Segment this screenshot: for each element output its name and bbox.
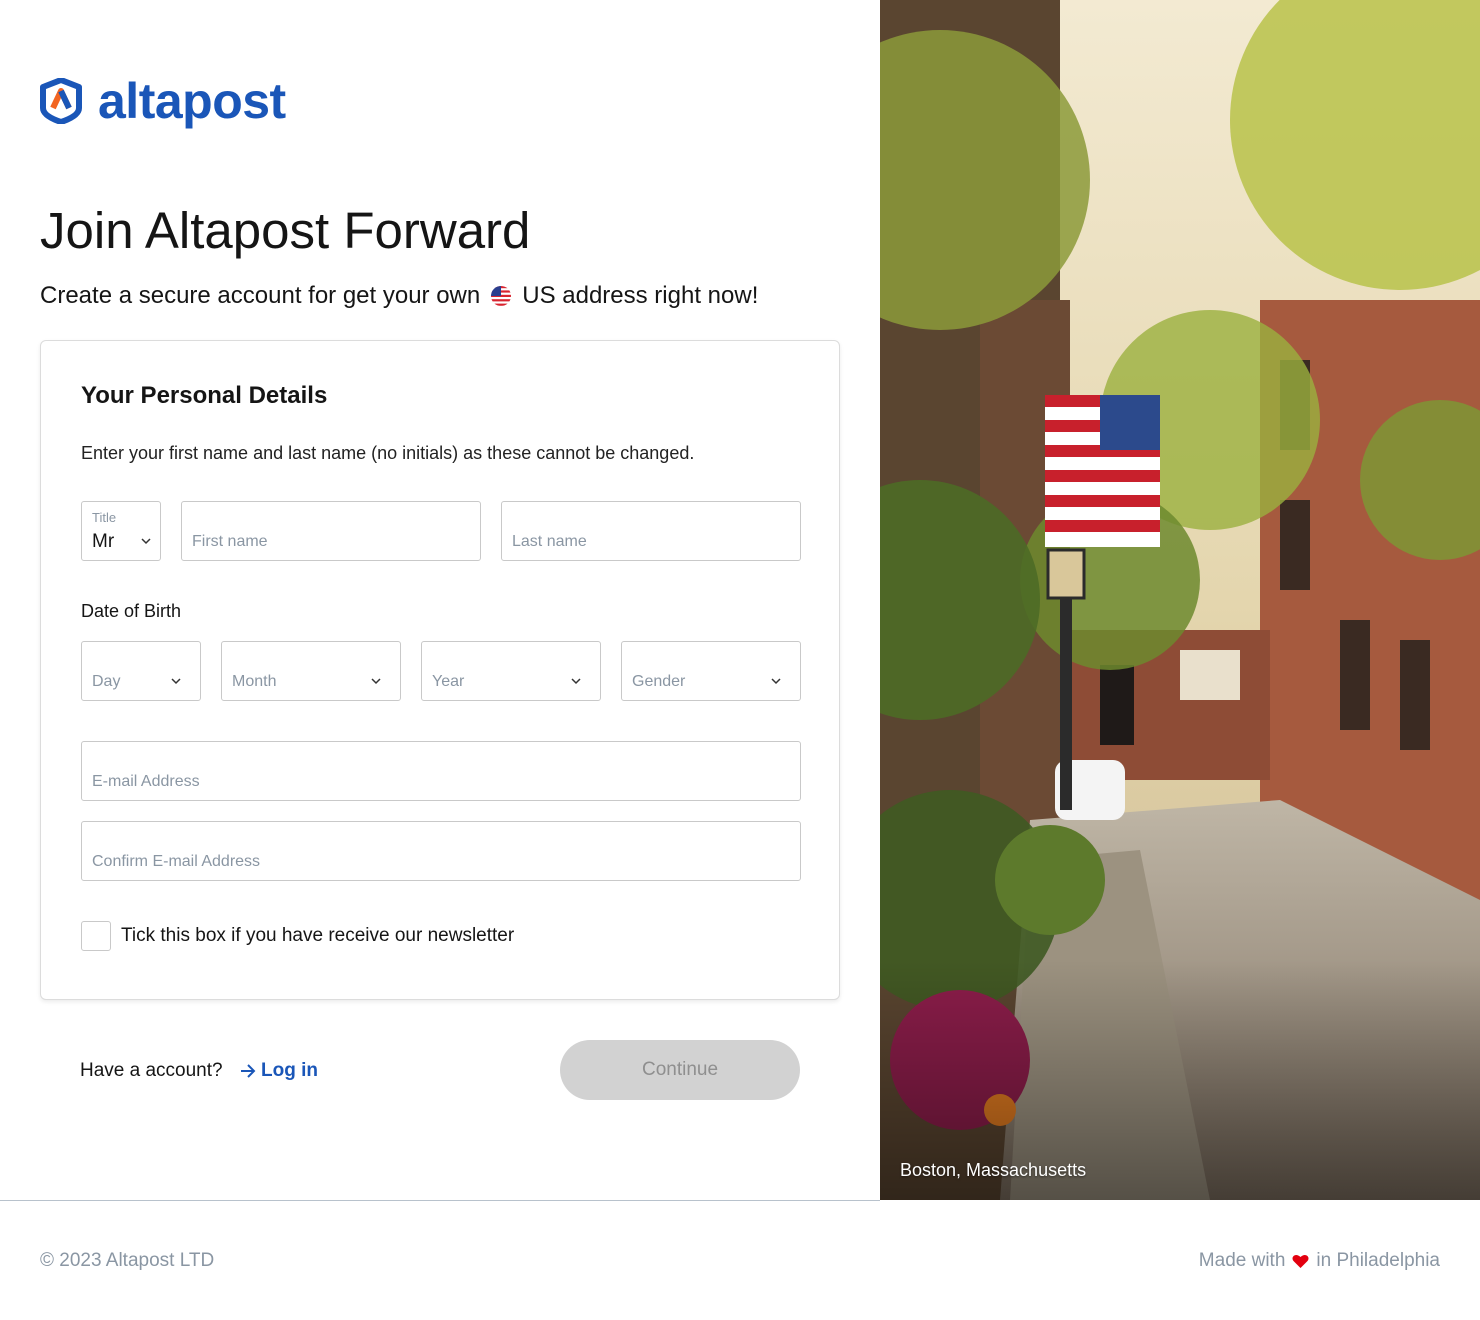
- altapost-logo-icon: [40, 78, 82, 124]
- title-select-value: Mr: [92, 531, 115, 552]
- altapost-logo[interactable]: altapost: [40, 73, 286, 129]
- heart-icon: [1292, 1254, 1309, 1268]
- first-name-field[interactable]: First name: [181, 501, 481, 561]
- confirm-email-field[interactable]: Confirm E-mail Address: [81, 821, 801, 881]
- page-subtitle: Create a secure account for get your own…: [40, 280, 758, 312]
- gender-placeholder: Gender: [632, 673, 686, 690]
- email-field[interactable]: E-mail Address: [81, 741, 801, 801]
- title-select-label: Title: [92, 510, 117, 525]
- day-placeholder: Day: [92, 673, 121, 690]
- year-placeholder: Year: [432, 673, 465, 690]
- chevron-down-icon: [571, 678, 581, 685]
- signup-panel: altapost Join Altapost Forward Create a …: [0, 0, 880, 1200]
- made-with-end: in Philadelphia: [1316, 1250, 1440, 1271]
- login-link[interactable]: Log in: [240, 1059, 318, 1083]
- day-select[interactable]: Day: [81, 641, 201, 701]
- logo-wordmark: altapost: [98, 73, 286, 129]
- card-description: Enter your first name and last name (no …: [81, 443, 695, 463]
- boston-street-photo: [880, 0, 1480, 1200]
- confirm-email-placeholder: Confirm E-mail Address: [92, 853, 261, 870]
- page-title: Join Altapost Forward: [40, 202, 531, 259]
- login-label: Log in: [261, 1060, 318, 1081]
- subtitle-text-end: US address right now!: [522, 282, 759, 309]
- chevron-down-icon: [771, 678, 781, 685]
- email-placeholder: E-mail Address: [92, 773, 200, 790]
- chevron-down-icon: [171, 678, 181, 685]
- photo-caption: Boston, Massachusetts: [900, 1160, 1087, 1180]
- first-name-placeholder: First name: [192, 533, 268, 550]
- card-heading: Your Personal Details: [81, 382, 328, 409]
- last-name-field[interactable]: Last name: [501, 501, 801, 561]
- made-with-text: Made with in Philadelphia: [1199, 1249, 1440, 1273]
- have-account-text: Have a account?: [80, 1060, 223, 1081]
- month-select[interactable]: Month: [221, 641, 401, 701]
- made-with-start: Made with: [1198, 1250, 1286, 1271]
- title-select[interactable]: Title Mr: [81, 501, 161, 561]
- personal-details-card: Your Personal Details Enter your first n…: [40, 340, 840, 1000]
- continue-button[interactable]: Continue: [560, 1040, 800, 1100]
- footer-divider: [0, 1200, 880, 1201]
- copyright-text: © 2023 Altapost LTD: [40, 1250, 215, 1271]
- year-select[interactable]: Year: [421, 641, 601, 701]
- us-flag-icon: [491, 286, 512, 306]
- chevron-down-icon: [371, 678, 381, 685]
- month-placeholder: Month: [232, 673, 277, 690]
- chevron-down-icon: [141, 538, 151, 545]
- newsletter-label: Tick this box if you have receive our ne…: [121, 925, 515, 946]
- arrow-right-icon: [241, 1064, 256, 1078]
- hero-photo-panel: Boston, Massachusetts: [880, 0, 1480, 1200]
- subtitle-text-start: Create a secure account for get your own: [40, 282, 481, 309]
- dob-label: Date of Birth: [81, 601, 182, 621]
- last-name-placeholder: Last name: [512, 533, 587, 550]
- gender-select[interactable]: Gender: [621, 641, 801, 701]
- newsletter-checkbox[interactable]: [81, 921, 111, 951]
